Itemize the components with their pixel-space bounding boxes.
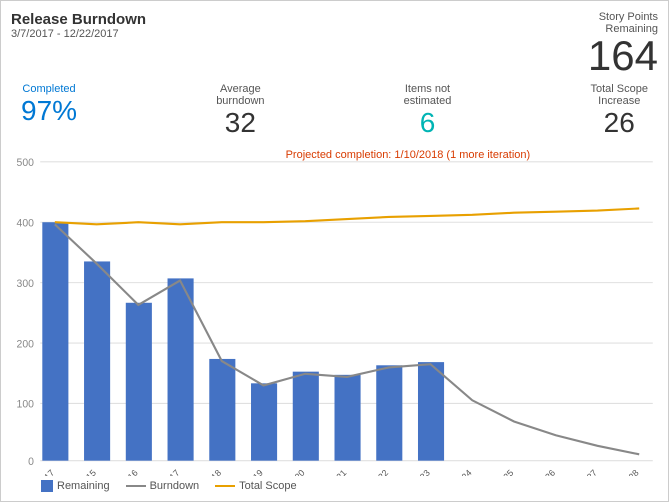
metric-burndown-value: 32: [216, 107, 264, 139]
metric-burndown-label: Averageburndown: [216, 83, 264, 107]
bar-4: [209, 359, 235, 461]
svg-text:400: 400: [17, 217, 35, 229]
svg-text:3/7/2017: 3/7/2017: [25, 468, 56, 476]
metric-scope: Total ScopeIncrease 26: [591, 83, 648, 139]
legend-burndown-label: Burndown: [150, 480, 200, 492]
bar-9: [418, 362, 444, 461]
dashboard-container: Release Burndown 3/7/2017 - 12/22/2017 S…: [0, 0, 669, 502]
svg-text:500: 500: [17, 157, 35, 169]
metric-scope-value: 26: [591, 107, 648, 139]
metric-not-estimated-value: 6: [404, 107, 452, 139]
svg-text:Sprint 117: Sprint 117: [146, 468, 181, 476]
header-right: Story Points Remaining 164: [588, 11, 658, 77]
svg-text:Sprint 123: Sprint 123: [396, 468, 432, 476]
legend-remaining-icon: [41, 480, 53, 492]
svg-text:Sprint 121: Sprint 121: [313, 468, 349, 476]
svg-text:Sprint 125: Sprint 125: [480, 468, 516, 476]
header-left: Release Burndown 3/7/2017 - 12/22/2017: [11, 11, 146, 40]
svg-text:100: 100: [17, 399, 35, 411]
metric-scope-label: Total ScopeIncrease: [591, 83, 648, 107]
svg-text:Sprint 119: Sprint 119: [230, 468, 265, 476]
metric-completed-label: Completed: [21, 83, 77, 95]
metric-not-estimated-label: Items notestimated: [404, 83, 452, 107]
svg-text:Sprint 116: Sprint 116: [105, 468, 140, 476]
projected-label: Projected completion: 1/10/2018 (1 more …: [286, 149, 531, 161]
header: Release Burndown 3/7/2017 - 12/22/2017 S…: [11, 11, 658, 77]
story-points-value: 164: [588, 35, 658, 77]
legend-total-scope: Total Scope: [215, 480, 296, 492]
legend-remaining-label: Remaining: [57, 480, 110, 492]
chart-svg: 500 400 300 200 100 0: [11, 147, 658, 476]
bar-0: [42, 222, 68, 460]
bar-1: [84, 261, 110, 460]
metrics-row: Completed 97% Averageburndown 32 Items n…: [11, 83, 658, 139]
chart-title: Release Burndown: [11, 11, 146, 28]
svg-text:Sprint 128: Sprint 128: [605, 468, 641, 476]
svg-text:200: 200: [17, 338, 35, 350]
legend-burndown: Burndown: [126, 480, 200, 492]
svg-text:300: 300: [17, 278, 35, 290]
legend-total-scope-icon: [215, 485, 235, 487]
bar-7: [335, 375, 361, 461]
svg-text:0: 0: [28, 456, 34, 468]
metric-completed: Completed 97%: [21, 83, 77, 139]
svg-text:Sprint 122: Sprint 122: [355, 468, 391, 476]
svg-text:Sprint 127: Sprint 127: [563, 468, 599, 476]
svg-text:Sprint 118: Sprint 118: [188, 468, 223, 476]
bar-2: [126, 303, 152, 461]
bar-8: [376, 365, 402, 460]
bar-6: [293, 372, 319, 461]
legend-total-scope-label: Total Scope: [239, 480, 296, 492]
legend: Remaining Burndown Total Scope: [11, 476, 658, 496]
svg-text:Sprint 115: Sprint 115: [63, 468, 98, 476]
legend-burndown-icon: [126, 485, 146, 487]
date-range: 3/7/2017 - 12/22/2017: [11, 28, 146, 40]
svg-text:Sprint 120: Sprint 120: [271, 468, 307, 476]
metric-burndown: Averageburndown 32: [216, 83, 264, 139]
metric-completed-value: 97%: [21, 95, 77, 127]
chart-area: Projected completion: 1/10/2018 (1 more …: [11, 147, 658, 476]
metric-not-estimated: Items notestimated 6: [404, 83, 452, 139]
bar-5: [251, 383, 277, 460]
svg-text:Sprint 124: Sprint 124: [438, 468, 474, 476]
svg-text:Sprint 126: Sprint 126: [522, 468, 558, 476]
bar-3: [168, 278, 194, 460]
legend-remaining: Remaining: [41, 480, 110, 492]
